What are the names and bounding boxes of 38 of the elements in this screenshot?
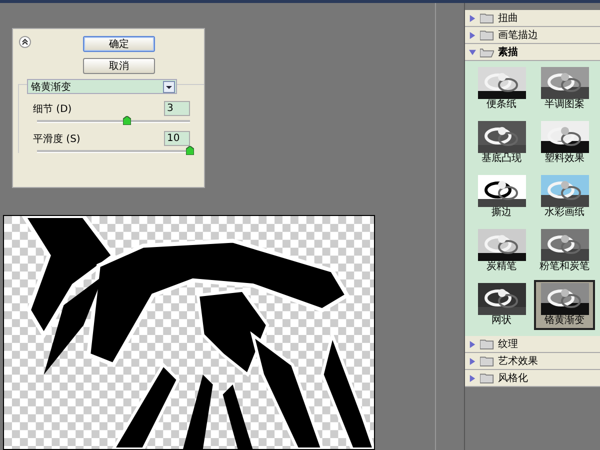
collapsed-triangle-icon — [469, 14, 476, 22]
slider-label: 细节 (D) — [33, 102, 72, 116]
filter-dropdown[interactable]: 铬黄渐变 — [27, 79, 177, 94]
category-header[interactable]: 艺术效果 — [465, 353, 600, 370]
category-header[interactable]: 素描 — [465, 44, 600, 61]
folder-icon — [480, 12, 494, 24]
filter-thumbnail[interactable]: 炭精笔 — [471, 226, 532, 276]
filter-thumbnail[interactable]: 便条纸 — [471, 64, 532, 114]
filter-thumbnail[interactable]: 水彩画纸 — [534, 172, 596, 222]
collapsed-triangle-icon — [469, 358, 476, 364]
dialog-button[interactable]: 取消 — [83, 58, 155, 74]
folder-icon — [480, 338, 494, 350]
filter-thumbnail[interactable]: 塑料效果 — [534, 118, 596, 168]
category-header[interactable]: 纹理 — [465, 336, 600, 353]
filter-thumbnail[interactable]: 基底凸现 — [471, 118, 532, 168]
folder-icon — [480, 356, 494, 366]
dialog-button[interactable]: 确定 — [83, 36, 155, 52]
value-field[interactable]: 3 — [164, 101, 190, 116]
folder-icon — [480, 30, 494, 40]
collapse-icon[interactable] — [19, 36, 31, 48]
filter-thumbnail[interactable]: 撕边 — [471, 172, 532, 222]
slider-thumb[interactable] — [186, 146, 194, 155]
category-header[interactable]: 画笔描边 — [465, 27, 600, 44]
slider-thumb[interactable] — [123, 116, 132, 125]
folder-icon — [480, 372, 494, 384]
expanded-triangle-icon — [469, 48, 476, 56]
filter-thumbnail[interactable]: 粉笔和炭笔 — [534, 226, 596, 276]
filter-thumbnail[interactable]: 铬黄渐变 — [534, 280, 596, 330]
slider-label: 平滑度 (S) — [33, 132, 80, 146]
filter-thumbnail[interactable]: 网状 — [471, 280, 532, 330]
collapsed-triangle-icon — [469, 32, 476, 38]
collapsed-triangle-icon — [469, 374, 476, 382]
collapsed-triangle-icon — [469, 340, 476, 348]
filter-thumbnail[interactable]: 半调图案 — [534, 64, 596, 114]
folder-icon — [480, 46, 494, 58]
category-header[interactable]: 扭曲 — [465, 10, 600, 27]
category-header[interactable]: 风格化 — [465, 370, 600, 387]
value-field[interactable]: 10 — [164, 131, 190, 146]
